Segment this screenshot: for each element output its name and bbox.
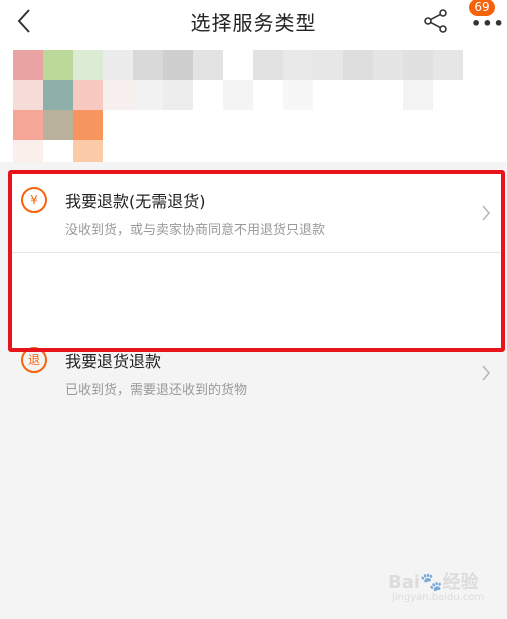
chevron-right-icon xyxy=(482,365,490,381)
option-refund-only[interactable]: ¥ 我要退款(无需退货) 没收到货，或与卖家协商同意不用退货只退款 xyxy=(11,173,503,252)
option-subtitle: 已收到货，需要退还收到的货物 xyxy=(65,383,248,398)
option-return-and-refund[interactable]: 退 我要退货退款 已收到货，需要退还收到的货物 xyxy=(11,253,503,398)
more-icon: ••• xyxy=(471,14,505,33)
notification-badge: 69 xyxy=(469,0,495,16)
service-type-list: ¥ 我要退款(无需退货) 没收到货，或与卖家协商同意不用退货只退款 退 我要退货… xyxy=(11,173,503,398)
watermark-url: jingyan.baidu.com xyxy=(392,592,485,603)
share-button[interactable] xyxy=(419,6,453,36)
refund-icon: ¥ xyxy=(21,187,47,213)
option-subtitle: 没收到货，或与卖家协商同意不用退货只退款 xyxy=(65,223,326,238)
share-icon xyxy=(424,9,447,33)
nav-bar: 选择服务类型 ••• 69 xyxy=(0,0,507,42)
watermark-logo: Bai🐾经验 jingyan.baidu.com xyxy=(388,568,494,608)
return-icon: 退 xyxy=(21,347,47,373)
chevron-right-icon xyxy=(482,205,490,221)
watermark-text: Bai🐾经验 xyxy=(388,572,479,593)
more-button[interactable]: ••• 69 xyxy=(462,0,505,38)
product-info-blurred xyxy=(0,42,507,162)
option-title: 我要退款(无需退货) xyxy=(65,192,206,211)
option-title: 我要退货退款 xyxy=(65,352,162,371)
